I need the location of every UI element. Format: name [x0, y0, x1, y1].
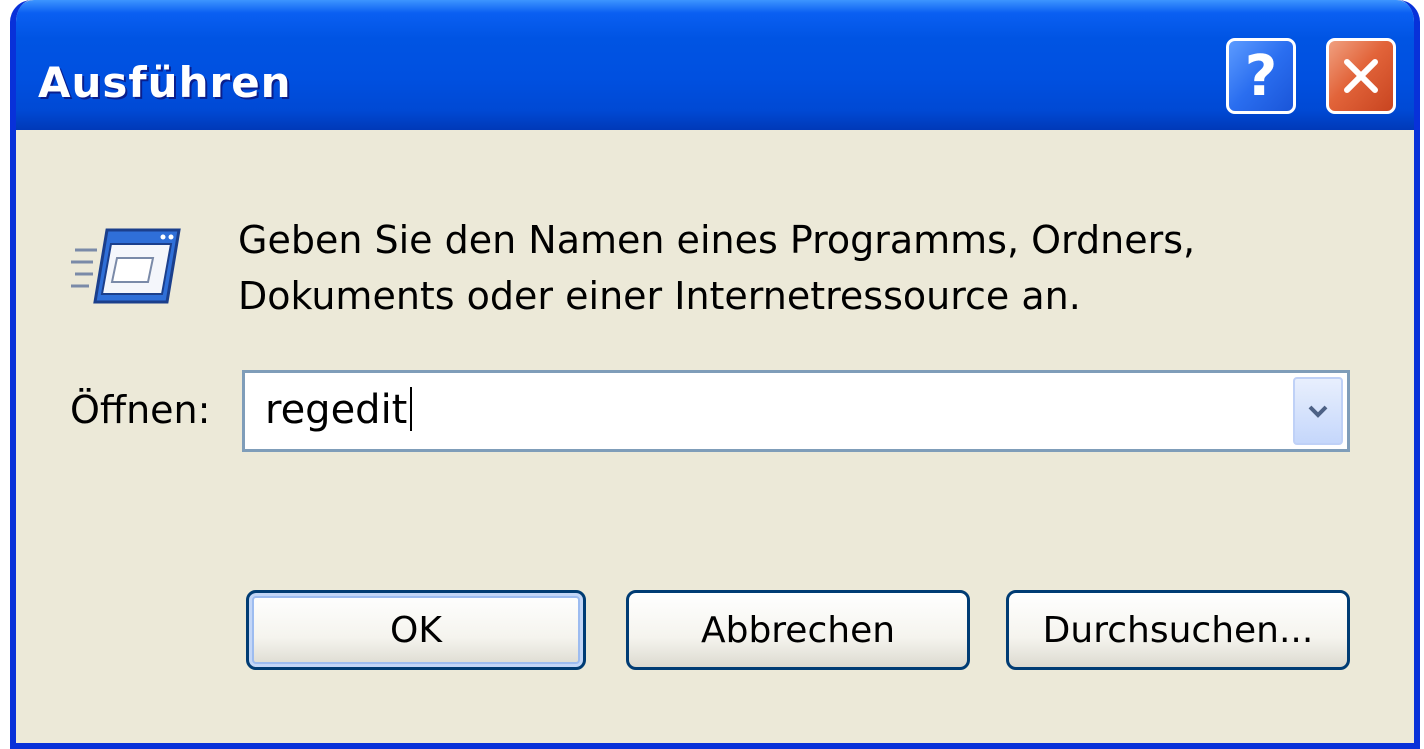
run-dialog-window: Ausführen ? Geben Sie den Namen eines Pr… — [10, 0, 1420, 749]
browse-button[interactable]: Durchsuchen... — [1006, 590, 1350, 670]
open-combobox[interactable]: regedit — [242, 370, 1350, 452]
open-input[interactable]: regedit — [265, 387, 413, 433]
instruction-line-2: Dokuments oder einer Internetressource a… — [238, 274, 1081, 318]
help-button[interactable]: ? — [1226, 38, 1296, 114]
cancel-button[interactable]: Abbrechen — [626, 590, 970, 670]
ok-button-label: OK — [390, 609, 442, 651]
text-cursor — [410, 387, 413, 431]
open-input-value: regedit — [265, 387, 408, 433]
browse-button-label: Durchsuchen... — [1042, 609, 1314, 651]
close-button[interactable] — [1326, 38, 1396, 114]
dropdown-button[interactable] — [1293, 377, 1343, 445]
chevron-down-icon — [1308, 405, 1328, 418]
help-icon: ? — [1244, 43, 1278, 109]
open-label: Öffnen: — [70, 388, 211, 432]
window-title: Ausführen — [38, 58, 292, 107]
instruction-line-1: Geben Sie den Namen eines Programms, Ord… — [238, 218, 1196, 262]
dialog-body: Geben Sie den Namen eines Programms, Ord… — [16, 130, 1414, 743]
run-program-icon — [71, 228, 181, 304]
cancel-button-label: Abbrechen — [700, 609, 896, 651]
close-icon — [1344, 59, 1378, 93]
instruction-text: Geben Sie den Namen eines Programms, Ord… — [238, 212, 1195, 324]
title-bar[interactable]: Ausführen ? — [16, 0, 1414, 130]
ok-button[interactable]: OK — [246, 590, 586, 670]
